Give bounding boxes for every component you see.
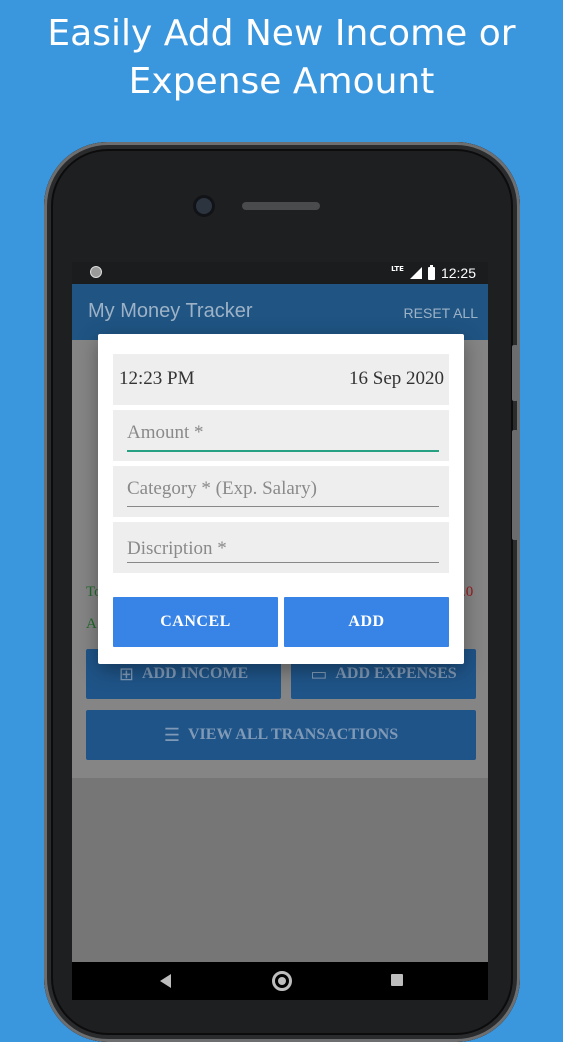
- cancel-button[interactable]: CANCEL: [113, 597, 278, 647]
- app-bar: My Money Tracker RESET ALL: [72, 284, 488, 340]
- plus-box-icon: ⊞: [118, 663, 134, 684]
- description-input[interactable]: [127, 534, 439, 564]
- amount-input[interactable]: [127, 418, 439, 448]
- transaction-time[interactable]: 12:23 PM: [119, 368, 195, 390]
- list-icon: ☰: [163, 724, 180, 745]
- status-indicators: LTE 12:25: [391, 264, 476, 281]
- promo-headline: Easily Add New Income or Expense Amount: [0, 10, 563, 106]
- lower-empty-area: [72, 778, 488, 962]
- view-all-label: VIEW ALL TRANSACTIONS: [187, 726, 399, 743]
- square-recent-icon[interactable]: [391, 974, 403, 986]
- signal-icon: [409, 267, 422, 279]
- view-all-transactions-button[interactable]: ☰ VIEW ALL TRANSACTIONS: [86, 710, 476, 760]
- amount-field: [113, 410, 449, 461]
- system-nav-bar: [72, 962, 488, 1000]
- credit-card-icon: ▭: [310, 663, 328, 684]
- transaction-date[interactable]: 16 Sep 2020: [349, 368, 444, 390]
- circle-home-icon[interactable]: [272, 971, 292, 991]
- status-time: 12:25: [440, 265, 476, 281]
- category-underline: [127, 506, 439, 507]
- datetime-row[interactable]: 12:23 PM 16 Sep 2020: [113, 354, 449, 405]
- network-type: LTE: [391, 265, 404, 273]
- phone-side-button: [512, 345, 518, 401]
- headline-line-2: Expense Amount: [128, 61, 435, 102]
- add-income-label: ADD INCOME: [141, 665, 249, 682]
- amount-underline: [127, 450, 439, 452]
- phone-volume-button: [512, 430, 518, 540]
- battery-icon: [427, 264, 435, 280]
- add-expenses-label: ADD EXPENSES: [335, 665, 457, 682]
- earpiece-speaker: [242, 202, 320, 210]
- add-transaction-dialog: 12:23 PM 16 Sep 2020 CANCEL ADD: [98, 334, 464, 664]
- description-field: [113, 522, 449, 573]
- available-label: A: [86, 616, 97, 632]
- notification-dot-icon: [90, 266, 102, 278]
- app-title: My Money Tracker: [88, 300, 253, 322]
- category-input[interactable]: [127, 474, 439, 504]
- headline-line-1: Easily Add New Income or: [47, 13, 516, 54]
- triangle-back-icon[interactable]: [160, 974, 171, 988]
- category-field: [113, 466, 449, 517]
- front-camera: [196, 198, 212, 214]
- reset-all-button[interactable]: RESET ALL: [404, 305, 478, 321]
- status-bar: LTE 12:25: [72, 262, 488, 284]
- description-underline: [127, 562, 439, 563]
- add-button[interactable]: ADD: [284, 597, 449, 647]
